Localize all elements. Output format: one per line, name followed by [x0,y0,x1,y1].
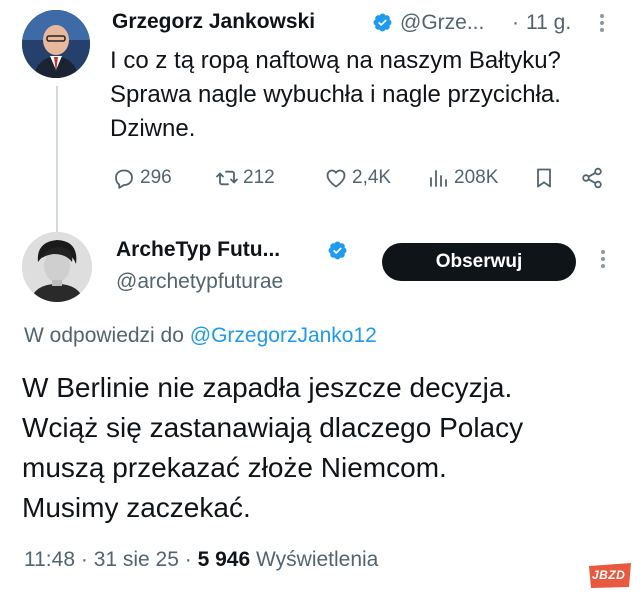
reply-prefix: W odpowiedzi do [24,324,184,347]
tweet-text-line: W Berlinie nie zapadła jeszcze decyzja. [22,372,513,403]
dot-separator: · [80,548,88,571]
more-options-icon[interactable] [600,14,604,32]
dot-separator: · [184,548,192,571]
tweet-date[interactable]: 31 sie 25 [94,548,179,571]
tweet-text-line: I co z tą ropą naftową na naszym Bałtyku… [110,47,561,74]
tweet-text: W Berlinie nie zapadła jeszcze decyzja. … [22,368,622,528]
retweet-count: 212 [243,167,275,188]
views-button[interactable]: 208K [426,166,498,190]
share-icon[interactable] [580,166,604,190]
avatar-archetyp[interactable] [22,232,92,302]
reply-button[interactable]: 296 [112,166,172,190]
author-handle[interactable]: @archetypfuturae [116,270,283,294]
retweet-icon [216,170,238,186]
tweet-meta: 11:48 · 31 sie 25 · 5 946 Wyświetlenia [24,548,378,572]
author-name[interactable]: Grzegorz Jankowski [112,10,315,34]
jbzd-watermark-logo: JBZD [586,560,634,590]
like-count: 2,4K [352,167,392,188]
verified-badge-icon [328,241,347,260]
thread-connector-line [56,86,58,234]
bookmark-icon[interactable] [532,166,556,190]
reply-to-mention[interactable]: @GrzegorzJanko12 [190,324,377,347]
tweet-text-line: muszą przekazać złoże Niemcom. [22,452,447,483]
views-count: 5 946 [197,548,251,571]
tweet-text-line: Musimy zaczekać. [22,492,251,523]
tweet-text-line: Wciąż się zastanawiają dlaczego Polacy [22,412,524,443]
tweet-text: I co z tą ropą naftową na naszym Bałtyku… [110,44,630,146]
watermark-text: JBZD [592,568,626,582]
tweet-text-line: Dziwne. [110,115,196,142]
reply-icon [115,169,133,189]
views-count: 208K [454,167,499,188]
like-button[interactable]: 2,4K [324,166,391,190]
dot-separator: · [512,11,519,34]
analytics-icon [430,170,447,187]
heart-icon [326,169,346,188]
tweet-text-line: Sprawa nagle wybuchła i nagle przycichła… [110,81,561,108]
author-handle[interactable]: @Grze... [400,11,484,35]
reply-count: 296 [140,167,172,188]
follow-button[interactable]: Obserwuj [382,243,576,281]
tweet-time[interactable]: 11 g. [526,11,571,35]
avatar-grzegorz-jankowski[interactable] [22,10,90,78]
more-options-icon[interactable] [601,250,605,268]
tweet-time[interactable]: 11:48 [24,548,75,571]
retweet-button[interactable]: 212 [215,166,275,190]
views-label: Wyświetlenia [256,548,379,571]
reply-context: W odpowiedzi do @GrzegorzJanko12 [24,324,377,348]
author-name[interactable]: ArcheTyp Futu... [116,238,280,262]
verified-badge-icon [373,13,392,32]
